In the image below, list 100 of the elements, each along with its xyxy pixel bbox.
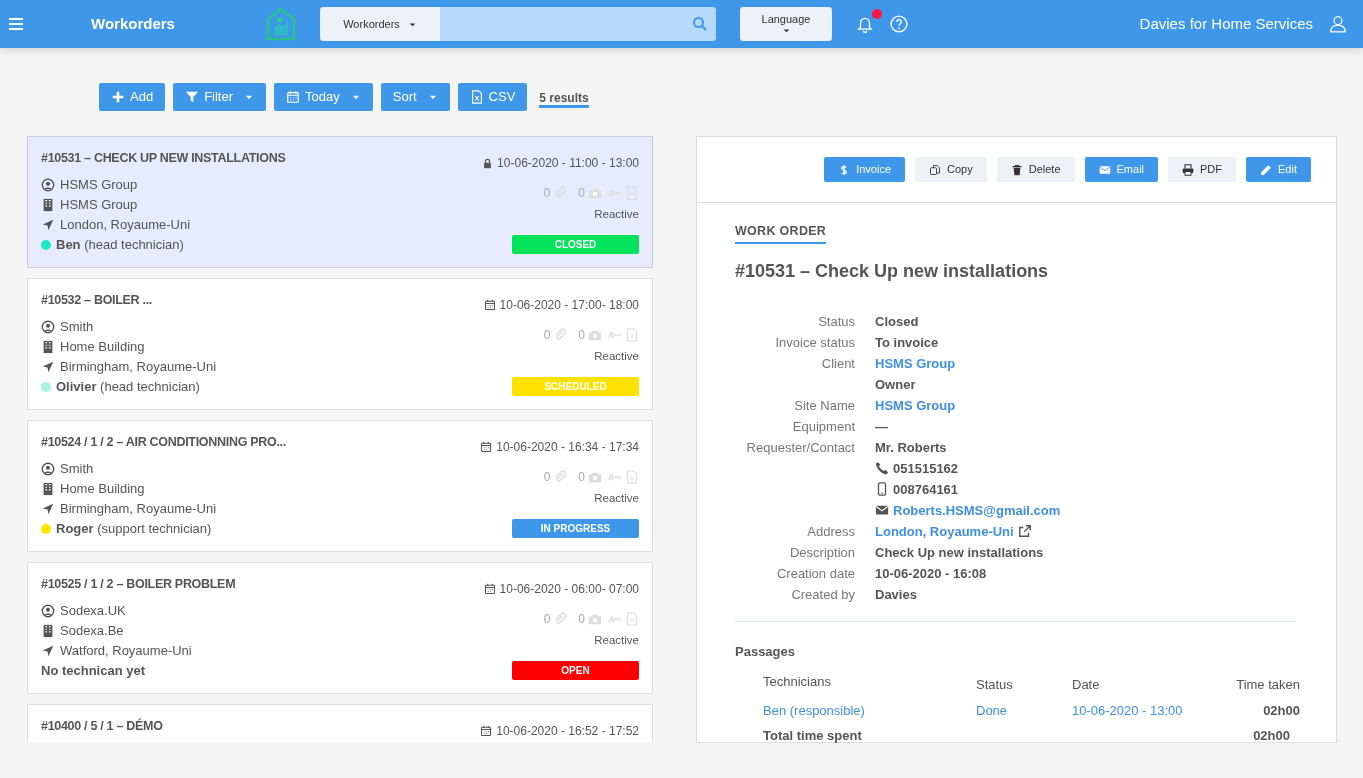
language-dropdown[interactable]: Language <box>740 7 832 41</box>
external-link-icon <box>1017 524 1032 539</box>
field-link[interactable]: HSMS Group <box>875 394 956 416</box>
location-arrow-icon <box>41 359 55 374</box>
workorder-card[interactable]: #10532 – BOILER ... Smith Home Building Birmingham, Royaume-Uni Olivier (head technician) 10-06-2020 - 17:00- 18:00 0 0 Reactive SCHEDULED <box>27 278 653 410</box>
schedule-date: 10-06-2020 - 16:52 - 17:52 <box>496 723 639 740</box>
client-name: HSMS Group <box>60 175 138 194</box>
document-icon <box>625 328 639 342</box>
results-count: 5 results <box>539 90 589 108</box>
workorder-card[interactable]: #10524 / 1 / 2 – AIR CONDITIONNING PRO... Smith Home Building Birmingham, Royaume-Uni Roger (support technician) 10-06-2020 - 16:34 - 17:34 0 0 Reactive IN PROGRESS <box>27 420 653 552</box>
field-link[interactable]: HSMS Group <box>875 352 956 374</box>
csv-export-button[interactable]: CSV <box>457 83 528 111</box>
schedule-date: 10-06-2020 - 11:00 - 13:00 <box>497 155 639 172</box>
search-field[interactable] <box>440 7 716 41</box>
dollar-button[interactable]: Invoice <box>824 157 906 182</box>
envelope-button[interactable]: Email <box>1084 157 1159 182</box>
passage-date[interactable]: 10-06-2020 - 13:00 <box>1072 700 1206 721</box>
plus-icon <box>111 90 125 104</box>
technician-text: Roger (support technician) <box>56 519 212 538</box>
camera-icon <box>588 328 602 342</box>
document-icon <box>625 186 639 200</box>
workorder-title: #10524 / 1 / 2 – AIR CONDITIONNING PRO... <box>41 434 286 451</box>
copy-button[interactable]: Copy <box>915 157 987 182</box>
workorder-title: #10532 – BOILER ... <box>41 292 154 309</box>
workorder-card[interactable]: #10531 – CHECK UP NEW INSTALLATIONS HSMS Group HSMS Group London, Royaume-Uni Ben (head technician) 10-06-2020 - 11:00 - 13:00 0 0 Reactive CLOSED <box>27 136 653 268</box>
column-header: Technicians <box>763 673 832 692</box>
document-icon <box>625 612 639 626</box>
schedule-date: 10-06-2020 - 16:34 - 17:34 <box>496 439 639 456</box>
calendar-icon <box>286 90 301 104</box>
printer-button[interactable]: PDF <box>1168 157 1237 182</box>
attachment-count: 0 <box>543 185 551 202</box>
field-value: 10-06-2020 - 16:08 <box>875 564 987 583</box>
sort-dropdown[interactable]: Sort <box>380 83 450 111</box>
workorder-card[interactable]: #10400 / 5 / 1 – DÉMO 10-06-2020 - 16:52 - 17:52 <box>27 704 653 742</box>
field-value: Closed <box>875 312 919 331</box>
client-name: Smith <box>60 459 94 478</box>
filter-icon <box>185 90 200 104</box>
person-icon <box>41 319 55 334</box>
field-value: Davies <box>875 585 917 604</box>
building-icon <box>41 197 55 212</box>
spreadsheet-file-icon <box>469 90 484 104</box>
field-value: 008764161 <box>893 480 959 499</box>
filter-dropdown[interactable]: Filter <box>173 83 267 111</box>
location-arrow-icon <box>41 501 55 516</box>
field-label: Equipment <box>792 418 855 434</box>
field-value: Owner <box>875 375 916 394</box>
user-menu-button[interactable] <box>1329 15 1347 33</box>
search-icon <box>692 16 708 32</box>
workorder-type: Reactive <box>594 349 639 364</box>
column-header: Time taken <box>1235 676 1300 695</box>
technician-text: Olivier (head technician) <box>56 377 200 396</box>
site-name: Sodexa.Be <box>60 621 124 640</box>
field-link[interactable]: Roberts.HSMS@gmail.com <box>893 499 1061 521</box>
mobile-phone-icon <box>875 482 889 497</box>
column-header: Status <box>976 676 1014 695</box>
user-icon <box>1329 15 1347 33</box>
help-icon <box>890 15 908 33</box>
field-label: Site Name <box>794 397 855 413</box>
pencil-button[interactable]: Edit <box>1246 157 1311 182</box>
paperclip-icon <box>553 470 568 484</box>
photo-count: 0 <box>578 469 585 486</box>
location-text: Watford, Royaume-Uni <box>60 641 192 660</box>
passage-status: Done <box>976 701 1009 720</box>
technician-link[interactable]: Ben (responsible) <box>763 700 976 721</box>
copy-icon <box>929 163 942 176</box>
paperclip-icon <box>553 612 568 626</box>
user-name[interactable]: Davies for Home Services <box>1139 12 1313 36</box>
help-button[interactable] <box>890 15 908 33</box>
photo-count: 0 <box>578 327 585 344</box>
status-badge: OPEN <box>512 661 639 681</box>
building-icon <box>41 623 55 638</box>
menu-button[interactable] <box>8 16 24 32</box>
field-value: 051515162 <box>893 459 959 478</box>
column-header: Date <box>1072 676 1101 695</box>
trash-icon <box>1010 163 1023 176</box>
field-label: Status <box>818 313 855 329</box>
client-name: Sodexa.UK <box>60 601 126 620</box>
site-name: Home Building <box>60 337 145 356</box>
phone-icon <box>875 461 889 476</box>
search-scope-dropdown[interactable]: Workorders <box>320 7 440 41</box>
field-value: Check Up new installations <box>875 543 1044 562</box>
status-badge: CLOSED <box>512 235 639 255</box>
photo-count: 0 <box>578 185 585 202</box>
field-label: Created by <box>791 586 855 602</box>
workorder-card[interactable]: #10525 / 1 / 2 – BOILER PROBLEM Sodexa.UK Sodexa.Be Watford, Royaume-Uni No technican yet 10-06-2020 - 06:00- 07:00 0 0 Reactive OPEN <box>27 562 653 694</box>
date-dropdown[interactable]: Today <box>274 83 373 111</box>
schedule-date: 10-06-2020 - 06:00- 07:00 <box>499 581 639 598</box>
add-button[interactable]: Add <box>99 83 166 111</box>
person-icon <box>41 177 55 192</box>
printer-icon <box>1182 163 1195 176</box>
section-heading: WORK ORDER <box>735 222 827 244</box>
camera-icon <box>588 470 602 484</box>
workorder-title: #10531 – Check Up new installations <box>735 259 1050 283</box>
notifications-button[interactable] <box>856 15 874 33</box>
trash-button[interactable]: Delete <box>996 157 1075 182</box>
field-value: Mr. Roberts <box>875 438 947 457</box>
field-label: Client <box>821 355 855 371</box>
field-link[interactable]: London, Royaume-Uni <box>875 520 1014 542</box>
document-icon <box>625 470 639 484</box>
field-value: To invoice <box>875 333 939 352</box>
